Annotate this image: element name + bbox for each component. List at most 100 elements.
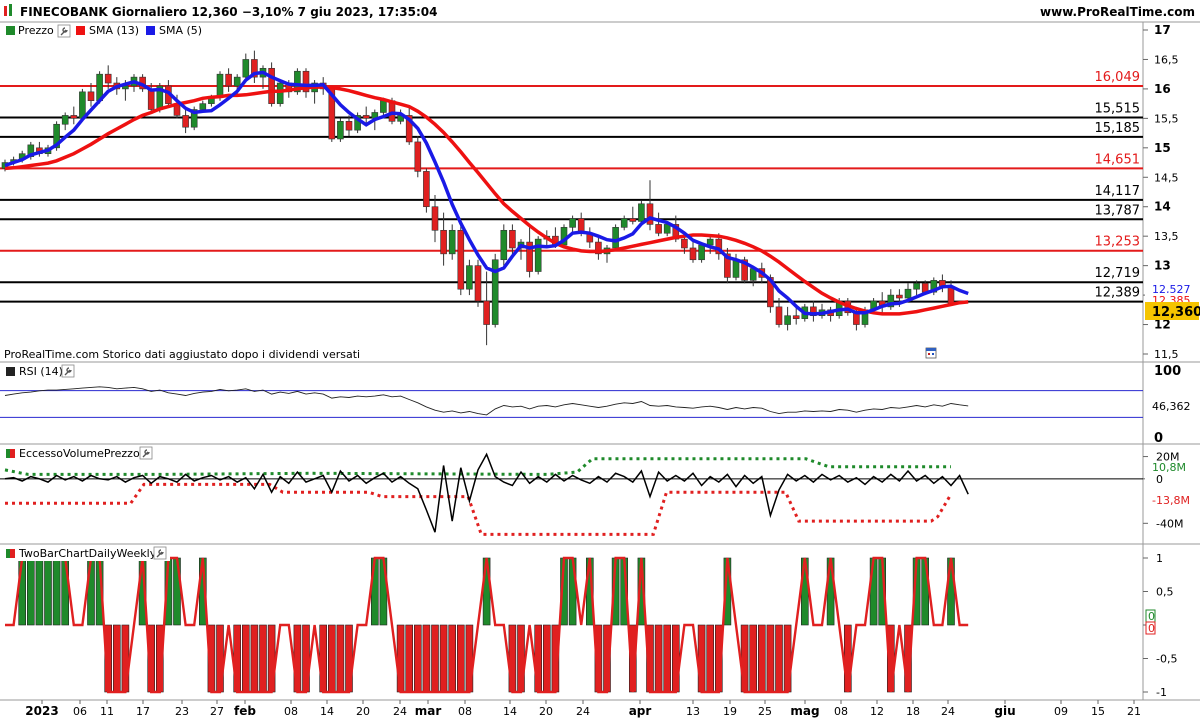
rsi-panel[interactable]: 100 0 46,362 RSI (14) <box>0 364 1191 446</box>
candle[interactable] <box>878 292 886 313</box>
candle[interactable] <box>414 136 422 178</box>
candle[interactable] <box>302 68 310 98</box>
x-tick-label: 08 <box>834 705 848 718</box>
twobar-legend[interactable]: TwoBarChartDailyWeekly <box>2 546 170 561</box>
x-tick-label: mag <box>790 704 819 718</box>
candle[interactable] <box>337 118 344 142</box>
candle[interactable] <box>251 50 258 84</box>
wrench-icon[interactable] <box>153 546 167 560</box>
twobar-bar[interactable] <box>250 624 259 693</box>
twobar-bar[interactable] <box>259 624 267 693</box>
legend-label-sma13: SMA (13) <box>89 24 139 37</box>
twobar-bar[interactable] <box>663 624 672 693</box>
x-tick-label: feb <box>234 704 256 718</box>
wrench-icon[interactable] <box>57 24 71 38</box>
wrench-icon[interactable] <box>61 364 75 378</box>
price-badge: 12,360 <box>1145 302 1200 320</box>
candle[interactable] <box>612 224 619 251</box>
twobar-bar[interactable] <box>654 624 663 693</box>
candle[interactable] <box>61 112 69 131</box>
twobar-bar[interactable] <box>431 624 439 693</box>
twobar-bar[interactable] <box>775 624 783 693</box>
candle[interactable] <box>474 259 482 307</box>
candle[interactable] <box>491 253 499 328</box>
evp-legend[interactable]: EccessoVolumePrezzo <box>2 446 154 461</box>
x-tick-label: 25 <box>758 705 772 718</box>
candle[interactable] <box>629 206 637 225</box>
candle[interactable] <box>655 212 662 237</box>
candle-body <box>904 288 912 299</box>
candle[interactable] <box>509 224 516 254</box>
candle[interactable] <box>242 53 250 81</box>
candle-body <box>225 73 232 87</box>
candle[interactable] <box>440 212 447 266</box>
candle[interactable] <box>423 168 430 213</box>
calendar-icon[interactable] <box>925 347 937 359</box>
twobar-axis: 10,5-0,5-100 <box>1143 552 1177 699</box>
wrench-icon[interactable] <box>139 446 153 460</box>
candle[interactable] <box>225 68 232 92</box>
candle[interactable] <box>810 300 817 322</box>
candle[interactable] <box>526 224 533 278</box>
twobar-bar[interactable] <box>26 557 35 626</box>
twobar-bar[interactable] <box>757 624 766 693</box>
candle[interactable] <box>646 180 654 231</box>
candle[interactable] <box>70 106 78 125</box>
x-tick-label: 21 <box>1127 705 1141 718</box>
candle[interactable] <box>827 306 834 322</box>
twobar-bar[interactable] <box>456 624 465 693</box>
twobar-bar[interactable] <box>336 624 345 693</box>
adjustment-note: ProRealTime.com Storico dati aggiustato … <box>4 348 360 361</box>
candle[interactable] <box>182 109 189 134</box>
twobar-bar[interactable] <box>242 624 250 693</box>
twobar-bar[interactable] <box>542 624 551 693</box>
twobar-bar[interactable] <box>113 624 121 693</box>
x-tick-label: 24 <box>393 705 407 718</box>
candle[interactable] <box>534 236 542 275</box>
candle[interactable] <box>603 245 611 263</box>
candle[interactable] <box>620 215 628 231</box>
candle[interactable] <box>466 259 473 296</box>
candle[interactable] <box>268 62 275 107</box>
evp-lower-label: -13,8M <box>1152 494 1190 507</box>
candle[interactable] <box>405 106 413 145</box>
site-url[interactable]: www.ProRealTime.com <box>1040 5 1195 19</box>
candle[interactable] <box>887 289 895 310</box>
candle[interactable] <box>586 227 594 248</box>
chart-canvas: FINECOBANK Giornaliero 12,360 −3,10% 7 g… <box>0 0 1200 718</box>
twobar-bar[interactable] <box>413 624 422 693</box>
twobar-bar[interactable] <box>439 624 448 693</box>
candle-body <box>775 306 783 325</box>
candle-body <box>681 238 688 249</box>
twobar-bar[interactable] <box>327 624 336 693</box>
candle[interactable] <box>595 236 602 260</box>
candle-body <box>509 229 516 249</box>
twobar-bar[interactable] <box>749 624 758 693</box>
twobar-bar[interactable] <box>706 624 715 693</box>
twobar-bar[interactable] <box>766 624 775 693</box>
candle[interactable] <box>947 280 955 304</box>
evp-panel[interactable]: 20M0-40M10,8M0-13,8M EccessoVolumePrezzo <box>0 446 1195 536</box>
price-panel[interactable]: 16,04915,51515,18514,65114,11713,78713,2… <box>0 23 1200 361</box>
twobar-bar[interactable] <box>52 557 61 626</box>
twobar-bar[interactable] <box>35 557 44 626</box>
candle[interactable] <box>276 80 284 107</box>
rsi-legend[interactable]: RSI (14) <box>2 364 76 379</box>
twobar-panel[interactable]: 10,5-0,5-100 TwoBarChartDailyWeekly <box>2 546 1177 699</box>
candle[interactable] <box>784 306 791 331</box>
x-tick-label: 09 <box>1054 705 1068 718</box>
twobar-bar[interactable] <box>448 624 457 693</box>
candle[interactable] <box>448 224 456 260</box>
candle[interactable] <box>431 194 439 243</box>
twobar-bar[interactable] <box>405 624 414 693</box>
twobar-bar[interactable] <box>422 624 431 693</box>
x-tick-label: 08 <box>284 705 298 718</box>
candle-body <box>689 247 697 261</box>
candle[interactable] <box>457 224 465 296</box>
twobar-tick-label: -1 <box>1156 686 1167 699</box>
candle[interactable] <box>345 115 353 137</box>
level-label: 16,049 <box>1095 70 1141 85</box>
candle[interactable] <box>500 224 508 266</box>
twobar-bar[interactable] <box>44 557 52 626</box>
candle[interactable] <box>569 215 576 234</box>
